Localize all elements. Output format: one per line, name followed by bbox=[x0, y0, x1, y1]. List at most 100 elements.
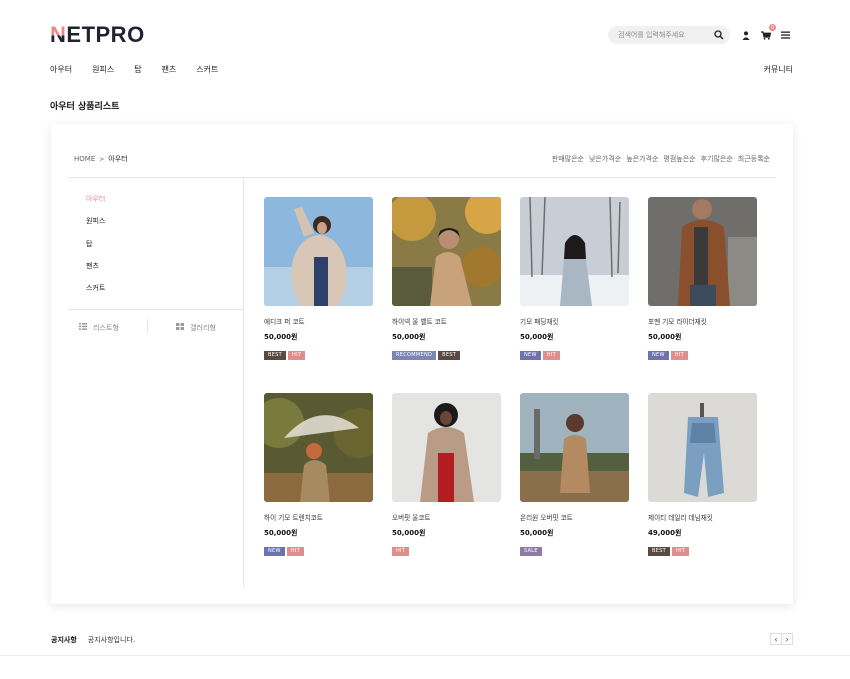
product-price: 50,000원 bbox=[264, 529, 298, 537]
sort-high-price[interactable]: 높은가격순 bbox=[626, 154, 658, 164]
product-name[interactable]: 하이 기모 트렌치코트 bbox=[264, 512, 373, 522]
search-box bbox=[608, 26, 730, 44]
product-name[interactable]: 오버핏 울코트 bbox=[392, 512, 501, 522]
badge-group: BEST HIT bbox=[264, 351, 373, 360]
main-nav: 아우터 원피스 탑 팬츠 스커트 bbox=[50, 64, 238, 75]
badge-group: NEW HIT bbox=[648, 351, 757, 360]
nav-item-skirt[interactable]: 스커트 bbox=[196, 64, 218, 75]
product-card[interactable]: 오버핏 울코트 50,000원 HIT bbox=[392, 393, 501, 556]
product-name[interactable]: 기모 패딩재킷 bbox=[520, 316, 629, 326]
sort-newest[interactable]: 최근등록순 bbox=[738, 154, 770, 164]
product-image[interactable] bbox=[264, 197, 373, 306]
user-icon[interactable] bbox=[740, 29, 752, 41]
page-title: 아우터 상품리스트 bbox=[50, 102, 120, 112]
sort-options: 판매많은순 낮은가격순 높은가격순 평점높은순 후기많은순 최근등록순 bbox=[552, 154, 770, 164]
sort-rating[interactable]: 평점높은순 bbox=[663, 154, 695, 164]
product-name[interactable]: 제이티 데일리 데님재킷 bbox=[648, 512, 757, 522]
sort-low-price[interactable]: 낮은가격순 bbox=[589, 154, 621, 164]
badge-hit: HIT bbox=[286, 547, 304, 556]
badge-hit: HIT bbox=[542, 351, 560, 360]
product-name[interactable]: 온리원 오버핏 코트 bbox=[520, 512, 629, 522]
search-input[interactable] bbox=[618, 31, 713, 39]
product-price: 50,000원 bbox=[392, 529, 426, 537]
divider bbox=[68, 309, 243, 310]
notice-next-button[interactable]: › bbox=[781, 633, 793, 645]
product-card[interactable]: 포멘 기모 라이더재킷 50,000원 NEW HIT bbox=[648, 197, 757, 360]
badge-sale: SALE bbox=[520, 547, 542, 556]
product-price: 50,000원 bbox=[520, 529, 554, 537]
sort-reviews[interactable]: 후기많은순 bbox=[701, 154, 733, 164]
product-name[interactable]: 에디크 퍼 코트 bbox=[264, 316, 373, 326]
product-card[interactable]: 에디크 퍼 코트 50,000원 BEST HIT bbox=[264, 197, 373, 360]
product-price: 50,000원 bbox=[520, 333, 554, 341]
product-list-card: HOME > 아우터 판매많은순 낮은가격순 높은가격순 평점높은순 후기많은순… bbox=[51, 124, 793, 604]
view-toggle: 리스트형 갤러리형 bbox=[51, 319, 244, 333]
list-view-button[interactable]: 리스트형 bbox=[51, 322, 147, 333]
sidebar-item-skirt[interactable]: 스커트 bbox=[86, 283, 105, 305]
product-name[interactable]: 하이넥 울 벨트 코트 bbox=[392, 316, 501, 326]
badge-group: NEW HIT bbox=[264, 547, 373, 556]
sidebar-item-onepiece[interactable]: 원피스 bbox=[86, 216, 105, 238]
list-view-label: 리스트형 bbox=[93, 323, 119, 332]
site-logo[interactable]: NETPRO bbox=[50, 22, 145, 48]
badge-group: BEST HIT bbox=[648, 547, 757, 556]
product-image[interactable] bbox=[520, 197, 629, 306]
list-view-icon bbox=[79, 323, 88, 332]
badge-best: BEST bbox=[264, 351, 287, 360]
nav-item-onepiece[interactable]: 원피스 bbox=[92, 64, 114, 75]
notice-text[interactable]: 공지사항입니다. bbox=[88, 635, 135, 645]
badge-hit: HIT bbox=[288, 351, 306, 360]
badge-group: RECOMMEND BEST bbox=[392, 351, 501, 360]
product-name[interactable]: 포멘 기모 라이더재킷 bbox=[648, 316, 757, 326]
badge-group: HIT bbox=[392, 547, 501, 556]
breadcrumb: HOME > 아우터 bbox=[74, 154, 128, 164]
logo-letter: N bbox=[50, 22, 67, 47]
breadcrumb-current: 아우터 bbox=[108, 155, 128, 163]
badge-group: SALE bbox=[520, 547, 629, 556]
product-card[interactable]: 기모 패딩재킷 50,000원 NEW HIT bbox=[520, 197, 629, 360]
logo-text: ETPRO bbox=[66, 22, 145, 47]
badge-best: BEST bbox=[438, 351, 461, 360]
breadcrumb-separator: > bbox=[99, 155, 105, 163]
cart-icon[interactable]: 0 bbox=[760, 24, 776, 41]
product-image[interactable] bbox=[392, 197, 501, 306]
badge-recommend: RECOMMEND bbox=[392, 351, 437, 360]
cart-count-badge: 0 bbox=[769, 24, 776, 31]
product-card[interactable]: 온리원 오버핏 코트 50,000원 SALE bbox=[520, 393, 629, 556]
nav-item-outer[interactable]: 아우터 bbox=[50, 64, 72, 75]
badge-best: BEST bbox=[648, 547, 671, 556]
product-price: 50,000원 bbox=[648, 333, 682, 341]
product-card[interactable]: 하이 기모 트렌치코트 50,000원 NEW HIT bbox=[264, 393, 373, 556]
nav-community[interactable]: 커뮤니티 bbox=[764, 64, 793, 75]
sort-best-selling[interactable]: 판매많은순 bbox=[552, 154, 584, 164]
badge-new: NEW bbox=[648, 351, 669, 360]
product-image[interactable] bbox=[264, 393, 373, 502]
product-price: 50,000원 bbox=[392, 333, 426, 341]
badge-hit: HIT bbox=[670, 351, 688, 360]
nav-item-top[interactable]: 탑 bbox=[134, 64, 141, 75]
product-image[interactable] bbox=[520, 393, 629, 502]
product-card[interactable]: 제이티 데일리 데님재킷 49,000원 BEST HIT bbox=[648, 393, 757, 556]
product-price: 49,000원 bbox=[648, 529, 682, 537]
nav-item-pants[interactable]: 팬츠 bbox=[162, 64, 177, 75]
sidebar-item-top[interactable]: 탑 bbox=[86, 239, 105, 261]
category-sidebar: 아우터 원피스 탑 팬츠 스커트 리스트형 갤러리형 bbox=[51, 178, 244, 588]
breadcrumb-home[interactable]: HOME bbox=[74, 155, 95, 163]
badge-new: NEW bbox=[264, 547, 285, 556]
badge-hit: HIT bbox=[392, 547, 410, 556]
product-image[interactable] bbox=[392, 393, 501, 502]
product-card[interactable]: 하이넥 울 벨트 코트 50,000원 RECOMMEND BEST bbox=[392, 197, 501, 360]
gallery-view-button[interactable]: 갤러리형 bbox=[148, 322, 244, 333]
menu-icon[interactable] bbox=[779, 29, 791, 41]
notice-bar: 공지사항 공지사항입니다. bbox=[51, 635, 135, 645]
sidebar-item-pants[interactable]: 팬츠 bbox=[86, 261, 105, 283]
gallery-view-label: 갤러리형 bbox=[190, 323, 216, 332]
sidebar-item-outer[interactable]: 아우터 bbox=[86, 194, 105, 216]
search-icon[interactable] bbox=[714, 30, 724, 40]
divider bbox=[0, 655, 850, 656]
product-image[interactable] bbox=[648, 197, 757, 306]
notice-label: 공지사항 bbox=[51, 636, 77, 644]
product-image[interactable] bbox=[648, 393, 757, 502]
badge-hit: HIT bbox=[672, 547, 690, 556]
badge-group: NEW HIT bbox=[520, 351, 629, 360]
